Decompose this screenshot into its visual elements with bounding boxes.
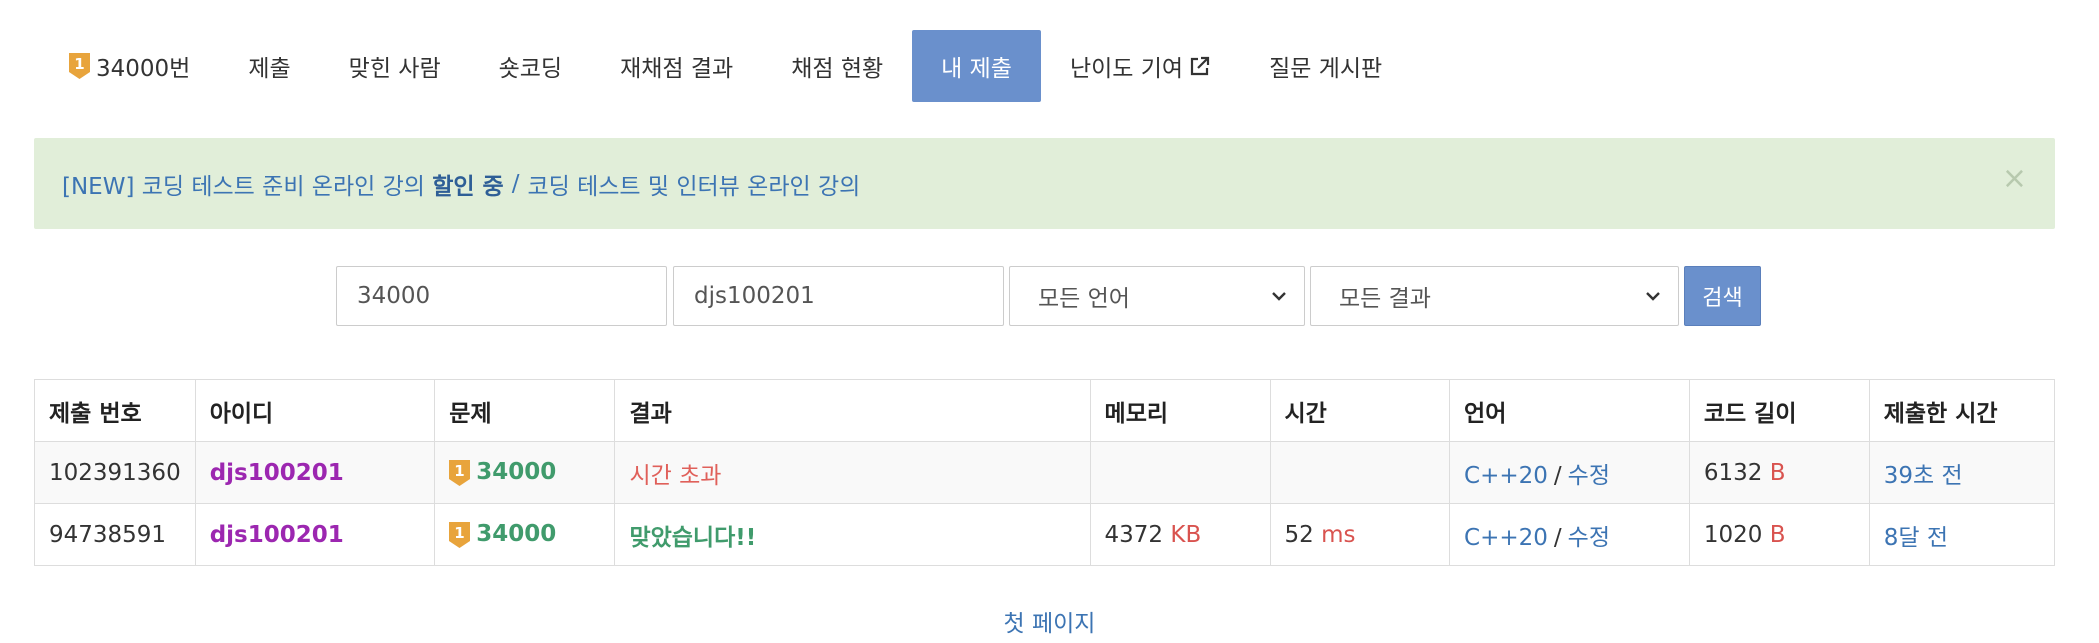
code-length-cell: 1020 B — [1688, 503, 1870, 566]
promo-link-lecture[interactable]: [NEW] 코딩 테스트 준비 온라인 강의 할인 중 — [62, 167, 504, 201]
memory-cell: 4372 KB — [1089, 503, 1271, 566]
problem-cell: 1 34000 — [434, 503, 616, 566]
first-page-link[interactable]: 첫 페이지 — [0, 604, 2099, 638]
col-user: 아이디 — [194, 379, 436, 442]
result-status: 맞았습니다!! — [629, 524, 757, 551]
promo-discount-label: 할인 중 — [432, 173, 504, 200]
submitted-cell: 8달 전 — [1868, 503, 2056, 566]
tier-level: 1 — [74, 55, 84, 73]
result-status: 시간 초과 — [629, 462, 722, 489]
user-cell: djs100201 — [194, 503, 436, 566]
submitted-time-link[interactable]: 39초 전 — [1884, 463, 1963, 489]
edit-link[interactable]: 수정 — [1568, 525, 1610, 551]
language-link[interactable]: C++20 — [1464, 463, 1548, 489]
col-result: 결과 — [614, 379, 1091, 442]
promo-link-lecture-text: [NEW] 코딩 테스트 준비 온라인 강의 — [62, 173, 425, 200]
user-link[interactable]: djs100201 — [210, 522, 344, 548]
tab-question-board-label: 질문 게시판 — [1269, 56, 1383, 82]
chevron-down-icon — [1272, 292, 1286, 301]
tab-difficulty-contribution-label: 난이도 기여 — [1069, 56, 1184, 82]
language-cell: C++20/수정 — [1449, 503, 1690, 566]
slash-divider: / — [1553, 524, 1562, 551]
user-link[interactable]: djs100201 — [210, 460, 344, 486]
close-icon[interactable]: × — [2002, 164, 2027, 194]
code-length-unit: B — [1769, 459, 1786, 486]
col-submission-id: 제출 번호 — [34, 379, 196, 442]
tab-judge-status-label: 채점 현황 — [791, 56, 884, 82]
time-cell — [1269, 441, 1451, 504]
tab-short-coding-label: 숏코딩 — [498, 56, 563, 82]
language-select[interactable]: 모든 언어 — [1009, 266, 1305, 326]
code-length-unit: B — [1769, 521, 1786, 548]
submissions-table: 제출 번호 아이디 문제 결과 메모리 시간 언어 코드 길이 제출한 시간 1… — [34, 379, 2056, 566]
submission-id: 94738591 — [34, 503, 196, 566]
tab-my-submissions-label: 내 제출 — [941, 56, 1012, 82]
tier-badge-icon: 1 — [69, 53, 90, 79]
problem-tabs: 1 34000번 제출 맞힌 사람 숏코딩 재채점 결과 채점 현황 내 제출 … — [40, 30, 1411, 102]
promo-alert: [NEW] 코딩 테스트 준비 온라인 강의 할인 중 / 코딩 테스트 및 인… — [34, 138, 2055, 229]
time-value: 52 — [1284, 521, 1314, 548]
col-problem: 문제 — [434, 379, 616, 442]
result-cell: 시간 초과 — [614, 441, 1091, 504]
memory-value: 4372 — [1104, 521, 1164, 548]
problem-link[interactable]: 34000 — [476, 459, 556, 485]
submission-id: 102391360 — [34, 441, 196, 504]
search-button[interactable]: 검색 — [1684, 266, 1761, 326]
tier-badge-icon: 1 — [449, 459, 471, 486]
time-unit: ms — [1321, 521, 1356, 548]
tab-my-submissions[interactable]: 내 제출 — [912, 30, 1041, 102]
tab-difficulty-contribution[interactable]: 난이도 기여 — [1041, 30, 1240, 102]
result-cell: 맞았습니다!! — [614, 503, 1091, 566]
table-row: 102391360 djs100201 1 34000 시간 초과 C++20/수… — [34, 441, 2056, 504]
problem-cell: 1 34000 — [434, 441, 616, 504]
language-cell: C++20/수정 — [1449, 441, 1690, 504]
slash-divider: / — [1553, 462, 1562, 489]
tab-problem[interactable]: 1 34000번 — [40, 30, 219, 102]
code-length-value: 1020 — [1703, 521, 1763, 548]
edit-link[interactable]: 수정 — [1568, 463, 1610, 489]
result-select-value: 모든 결과 — [1339, 286, 1431, 312]
promo-link-interview[interactable]: 코딩 테스트 및 인터뷰 온라인 강의 — [527, 167, 860, 201]
tab-accepted-users[interactable]: 맞힌 사람 — [320, 30, 470, 102]
user-id-input[interactable]: djs100201 — [673, 266, 1004, 326]
col-memory: 메모리 — [1089, 379, 1271, 442]
memory-unit: KB — [1170, 521, 1202, 548]
chevron-down-icon — [1646, 292, 1660, 301]
tab-submit-label: 제출 — [248, 56, 291, 82]
col-time: 시간 — [1269, 379, 1451, 442]
tab-rejudge-results-label: 재채점 결과 — [620, 56, 734, 82]
result-select[interactable]: 모든 결과 — [1310, 266, 1679, 326]
tab-problem-label: 34000번 — [96, 56, 191, 82]
memory-cell — [1089, 441, 1271, 504]
submitted-time-link[interactable]: 8달 전 — [1884, 525, 1948, 551]
tab-judge-status[interactable]: 채점 현황 — [762, 30, 912, 102]
tab-short-coding[interactable]: 숏코딩 — [470, 30, 591, 102]
submission-search-form: 34000 djs100201 모든 언어 모든 결과 검색 — [336, 266, 1761, 326]
problem-link[interactable]: 34000 — [476, 521, 556, 547]
col-language: 언어 — [1449, 379, 1690, 442]
user-cell: djs100201 — [194, 441, 436, 504]
tab-rejudge-results[interactable]: 재채점 결과 — [591, 30, 762, 102]
table-header-row: 제출 번호 아이디 문제 결과 메모리 시간 언어 코드 길이 제출한 시간 — [34, 379, 2056, 442]
table-row: 94738591 djs100201 1 34000 맞았습니다!! 4372 K… — [34, 503, 2056, 566]
tab-submit[interactable]: 제출 — [219, 30, 319, 102]
problem-id-input[interactable]: 34000 — [336, 266, 667, 326]
col-code-length: 코드 길이 — [1688, 379, 1870, 442]
external-link-icon — [1189, 55, 1211, 77]
language-link[interactable]: C++20 — [1464, 525, 1548, 551]
tier-level: 1 — [455, 524, 465, 542]
code-length-value: 6132 — [1703, 459, 1763, 486]
tab-question-board[interactable]: 질문 게시판 — [1240, 30, 1411, 102]
col-submitted-at: 제출한 시간 — [1868, 379, 2056, 442]
submitted-cell: 39초 전 — [1868, 441, 2056, 504]
tier-level: 1 — [455, 462, 465, 480]
tab-accepted-users-label: 맞힌 사람 — [348, 56, 441, 82]
promo-separator: / — [511, 170, 520, 197]
language-select-value: 모든 언어 — [1038, 286, 1130, 312]
tier-badge-icon: 1 — [449, 521, 471, 548]
time-cell: 52 ms — [1269, 503, 1451, 566]
code-length-cell: 6132 B — [1688, 441, 1870, 504]
